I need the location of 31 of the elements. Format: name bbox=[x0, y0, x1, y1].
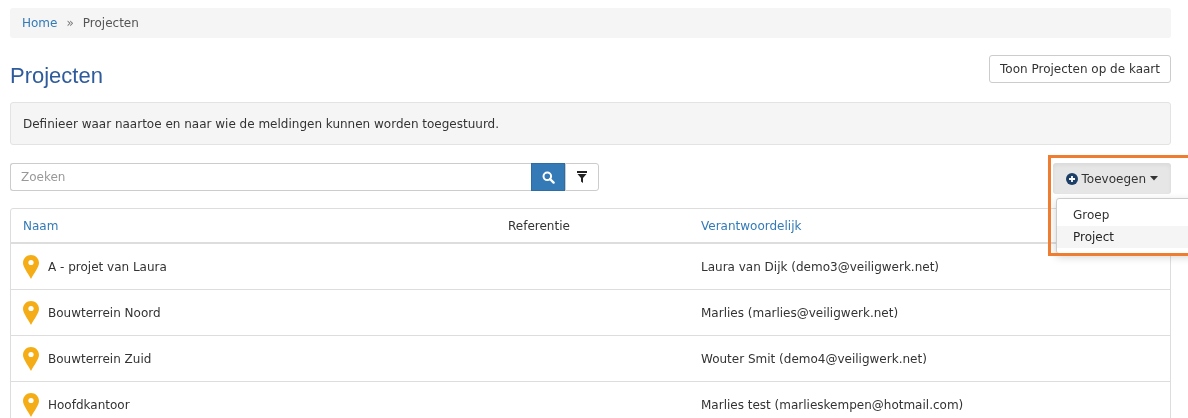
map-pin-icon bbox=[23, 300, 39, 325]
search-button[interactable] bbox=[531, 163, 565, 191]
map-pin-icon bbox=[23, 346, 39, 371]
column-header: Referentie bbox=[508, 218, 570, 233]
show-map-button[interactable]: Toon Projecten op de kaart bbox=[989, 55, 1171, 83]
filter-button[interactable] bbox=[565, 163, 599, 191]
search-field[interactable]: Zoeken bbox=[10, 163, 531, 191]
column-header[interactable]: Verantwoordelijk bbox=[701, 218, 802, 233]
breadcrumb-current: Projecten bbox=[82, 16, 139, 30]
table-cell: Wouter Smit (demo4@veiligwerk.net) bbox=[701, 351, 927, 366]
page-title: Projecten bbox=[10, 63, 103, 89]
plus-circle-icon bbox=[1065, 172, 1078, 185]
table-cell: Laura van Dijk (demo3@veiligwerk.net) bbox=[701, 259, 939, 274]
column-header[interactable]: Naam bbox=[23, 218, 59, 233]
caret-icon bbox=[1150, 176, 1158, 181]
menu-item[interactable]: Project bbox=[1057, 226, 1188, 248]
table-cell: A - projet van Laura bbox=[48, 259, 167, 274]
table-cell: Bouwterrein Zuid bbox=[48, 351, 152, 366]
search-icon bbox=[541, 170, 555, 184]
menu-item[interactable]: Groep bbox=[1057, 204, 1188, 226]
breadcrumb-link[interactable]: Home bbox=[22, 16, 58, 30]
table-cell: Bouwterrein Noord bbox=[48, 305, 161, 320]
filter-icon bbox=[577, 171, 587, 183]
map-pin-icon bbox=[23, 254, 39, 279]
breadcrumb-separator: » bbox=[66, 16, 74, 30]
table-cell: Hoofdkantoor bbox=[48, 397, 130, 412]
table-cell: Marlies test (marlieskempen@hotmail.com) bbox=[701, 397, 964, 412]
info-text: Definieer waar naartoe en naar wie de meldingen kunnen worden toegestuurd. bbox=[23, 116, 500, 131]
map-pin-icon bbox=[23, 392, 39, 417]
add-button[interactable]: Toevoegen bbox=[1052, 163, 1171, 194]
table-cell: Marlies (marlies@veiligwerk.net) bbox=[701, 305, 899, 320]
